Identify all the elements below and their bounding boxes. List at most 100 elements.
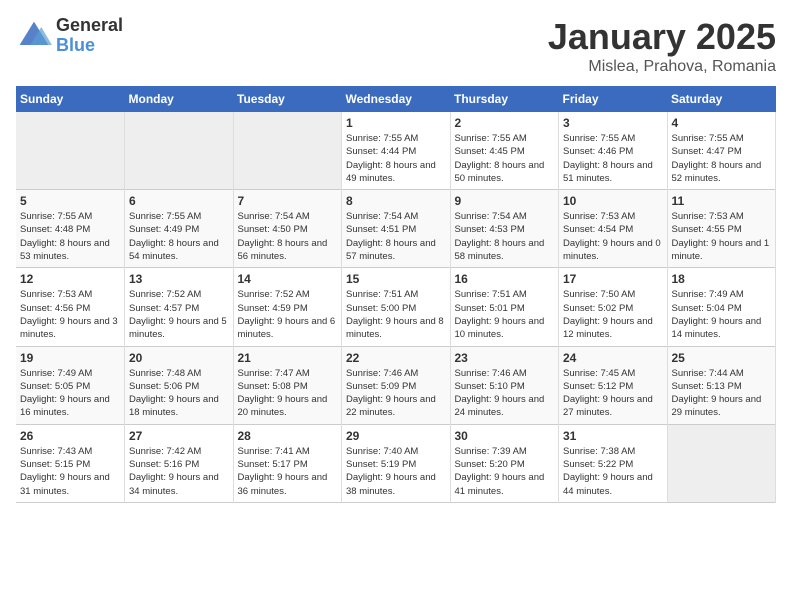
calendar-cell: 9 Sunrise: 7:54 AMSunset: 4:53 PMDaylight… xyxy=(450,190,559,268)
calendar-cell: 15 Sunrise: 7:51 AMSunset: 5:00 PMDayligh… xyxy=(342,268,451,346)
day-number: 31 xyxy=(563,429,663,443)
day-info: Sunrise: 7:55 AMSunset: 4:47 PMDaylight:… xyxy=(672,132,772,185)
calendar-cell: 28Sunrise: 7:41 AMSunset: 5:17 PMDayligh… xyxy=(233,424,342,502)
calendar-cell: 11 Sunrise: 7:53 AMSunset: 4:55 PMDayligh… xyxy=(667,190,776,268)
day-info: Sunrise: 7:55 AMSunset: 4:46 PMDaylight:… xyxy=(563,132,663,185)
day-info: Sunrise: 7:53 AMSunset: 4:56 PMDaylight:… xyxy=(20,288,120,341)
calendar-cell: 24Sunrise: 7:45 AMSunset: 5:12 PMDayligh… xyxy=(559,346,668,424)
day-header-saturday: Saturday xyxy=(667,86,776,112)
day-number: 2 xyxy=(455,116,555,130)
calendar-cell: 14 Sunrise: 7:52 AMSunset: 4:59 PMDayligh… xyxy=(233,268,342,346)
calendar-cell: 5 Sunrise: 7:55 AMSunset: 4:48 PMDaylight… xyxy=(16,190,125,268)
day-info: Sunrise: 7:46 AMSunset: 5:10 PMDaylight:… xyxy=(455,367,555,420)
calendar-cell: 18 Sunrise: 7:49 AMSunset: 5:04 PMDayligh… xyxy=(667,268,776,346)
day-number: 6 xyxy=(129,194,229,208)
day-number: 4 xyxy=(672,116,772,130)
day-number: 19 xyxy=(20,351,120,365)
calendar-cell: 6Sunrise: 7:55 AMSunset: 4:49 PMDaylight… xyxy=(125,190,234,268)
day-number: 11 xyxy=(672,194,772,208)
day-info: Sunrise: 7:55 AMSunset: 4:44 PMDaylight:… xyxy=(346,132,446,185)
day-number: 22 xyxy=(346,351,446,365)
day-info: Sunrise: 7:52 AMSunset: 4:57 PMDaylight:… xyxy=(129,288,229,341)
calendar-cell: 29 Sunrise: 7:40 AMSunset: 5:19 PMDayligh… xyxy=(342,424,451,502)
day-info: Sunrise: 7:49 AMSunset: 5:05 PMDaylight:… xyxy=(20,367,120,420)
day-info: Sunrise: 7:42 AMSunset: 5:16 PMDaylight:… xyxy=(129,445,229,498)
calendar-cell: 4 Sunrise: 7:55 AMSunset: 4:47 PMDaylight… xyxy=(667,112,776,190)
day-info: Sunrise: 7:54 AMSunset: 4:50 PMDaylight:… xyxy=(238,210,338,263)
day-info: Sunrise: 7:51 AMSunset: 5:00 PMDaylight:… xyxy=(346,288,446,341)
calendar-cell: 30Sunrise: 7:39 AMSunset: 5:20 PMDayligh… xyxy=(450,424,559,502)
calendar-cell: 10Sunrise: 7:53 AMSunset: 4:54 PMDayligh… xyxy=(559,190,668,268)
day-info: Sunrise: 7:40 AMSunset: 5:19 PMDaylight:… xyxy=(346,445,446,498)
calendar-cell: 7 Sunrise: 7:54 AMSunset: 4:50 PMDaylight… xyxy=(233,190,342,268)
calendar-cell xyxy=(125,112,234,190)
calendar-cell: 17 Sunrise: 7:50 AMSunset: 5:02 PMDayligh… xyxy=(559,268,668,346)
week-row-1: 1Sunrise: 7:55 AMSunset: 4:44 PMDaylight… xyxy=(16,112,776,190)
day-number: 23 xyxy=(455,351,555,365)
day-info: Sunrise: 7:44 AMSunset: 5:13 PMDaylight:… xyxy=(672,367,772,420)
calendar-cell xyxy=(233,112,342,190)
calendar-cell: 8 Sunrise: 7:54 AMSunset: 4:51 PMDaylight… xyxy=(342,190,451,268)
logo-icon xyxy=(16,18,52,54)
calendar-cell: 2 Sunrise: 7:55 AMSunset: 4:45 PMDaylight… xyxy=(450,112,559,190)
day-info: Sunrise: 7:48 AMSunset: 5:06 PMDaylight:… xyxy=(129,367,229,420)
day-number: 10 xyxy=(563,194,663,208)
calendar-cell: 19 Sunrise: 7:49 AMSunset: 5:05 PMDayligh… xyxy=(16,346,125,424)
day-number: 17 xyxy=(563,272,663,286)
day-number: 5 xyxy=(20,194,120,208)
day-number: 8 xyxy=(346,194,446,208)
day-info: Sunrise: 7:55 AMSunset: 4:48 PMDaylight:… xyxy=(20,210,120,263)
day-info: Sunrise: 7:49 AMSunset: 5:04 PMDaylight:… xyxy=(672,288,772,341)
day-number: 29 xyxy=(346,429,446,443)
day-number: 12 xyxy=(20,272,120,286)
week-row-5: 26 Sunrise: 7:43 AMSunset: 5:15 PMDayligh… xyxy=(16,424,776,502)
day-header-thursday: Thursday xyxy=(450,86,559,112)
day-info: Sunrise: 7:47 AMSunset: 5:08 PMDaylight:… xyxy=(238,367,338,420)
day-info: Sunrise: 7:53 AMSunset: 4:55 PMDaylight:… xyxy=(672,210,772,263)
day-info: Sunrise: 7:52 AMSunset: 4:59 PMDaylight:… xyxy=(238,288,338,341)
day-number: 18 xyxy=(672,272,772,286)
calendar-cell: 23 Sunrise: 7:46 AMSunset: 5:10 PMDayligh… xyxy=(450,346,559,424)
title-section: January 2025 Mislea, Prahova, Romania xyxy=(548,16,776,76)
day-info: Sunrise: 7:46 AMSunset: 5:09 PMDaylight:… xyxy=(346,367,446,420)
day-info: Sunrise: 7:45 AMSunset: 5:12 PMDaylight:… xyxy=(563,367,663,420)
day-number: 26 xyxy=(20,429,120,443)
calendar-cell: 26 Sunrise: 7:43 AMSunset: 5:15 PMDayligh… xyxy=(16,424,125,502)
calendar-cell: 22 Sunrise: 7:46 AMSunset: 5:09 PMDayligh… xyxy=(342,346,451,424)
calendar-cell: 31 Sunrise: 7:38 AMSunset: 5:22 PMDayligh… xyxy=(559,424,668,502)
calendar-cell: 27 Sunrise: 7:42 AMSunset: 5:16 PMDayligh… xyxy=(125,424,234,502)
calendar-subtitle: Mislea, Prahova, Romania xyxy=(548,58,776,76)
day-number: 7 xyxy=(238,194,338,208)
day-number: 3 xyxy=(563,116,663,130)
calendar-cell: 20Sunrise: 7:48 AMSunset: 5:06 PMDayligh… xyxy=(125,346,234,424)
day-number: 21 xyxy=(238,351,338,365)
page-header: General Blue January 2025 Mislea, Prahov… xyxy=(16,16,776,76)
days-header-row: SundayMondayTuesdayWednesdayThursdayFrid… xyxy=(16,86,776,112)
day-number: 16 xyxy=(455,272,555,286)
day-number: 28 xyxy=(238,429,338,443)
week-row-2: 5 Sunrise: 7:55 AMSunset: 4:48 PMDaylight… xyxy=(16,190,776,268)
day-header-wednesday: Wednesday xyxy=(342,86,451,112)
day-number: 13 xyxy=(129,272,229,286)
day-info: Sunrise: 7:38 AMSunset: 5:22 PMDaylight:… xyxy=(563,445,663,498)
calendar-cell: 1Sunrise: 7:55 AMSunset: 4:44 PMDaylight… xyxy=(342,112,451,190)
day-header-friday: Friday xyxy=(559,86,668,112)
calendar-cell: 13 Sunrise: 7:52 AMSunset: 4:57 PMDayligh… xyxy=(125,268,234,346)
day-number: 15 xyxy=(346,272,446,286)
day-number: 27 xyxy=(129,429,229,443)
calendar-table: SundayMondayTuesdayWednesdayThursdayFrid… xyxy=(16,86,776,503)
day-header-tuesday: Tuesday xyxy=(233,86,342,112)
day-info: Sunrise: 7:50 AMSunset: 5:02 PMDaylight:… xyxy=(563,288,663,341)
day-number: 25 xyxy=(672,351,772,365)
day-info: Sunrise: 7:39 AMSunset: 5:20 PMDaylight:… xyxy=(455,445,555,498)
day-info: Sunrise: 7:51 AMSunset: 5:01 PMDaylight:… xyxy=(455,288,555,341)
day-number: 9 xyxy=(455,194,555,208)
day-info: Sunrise: 7:55 AMSunset: 4:45 PMDaylight:… xyxy=(455,132,555,185)
day-info: Sunrise: 7:54 AMSunset: 4:51 PMDaylight:… xyxy=(346,210,446,263)
day-info: Sunrise: 7:54 AMSunset: 4:53 PMDaylight:… xyxy=(455,210,555,263)
day-number: 14 xyxy=(238,272,338,286)
day-header-sunday: Sunday xyxy=(16,86,125,112)
week-row-4: 19 Sunrise: 7:49 AMSunset: 5:05 PMDayligh… xyxy=(16,346,776,424)
day-info: Sunrise: 7:43 AMSunset: 5:15 PMDaylight:… xyxy=(20,445,120,498)
calendar-cell xyxy=(16,112,125,190)
